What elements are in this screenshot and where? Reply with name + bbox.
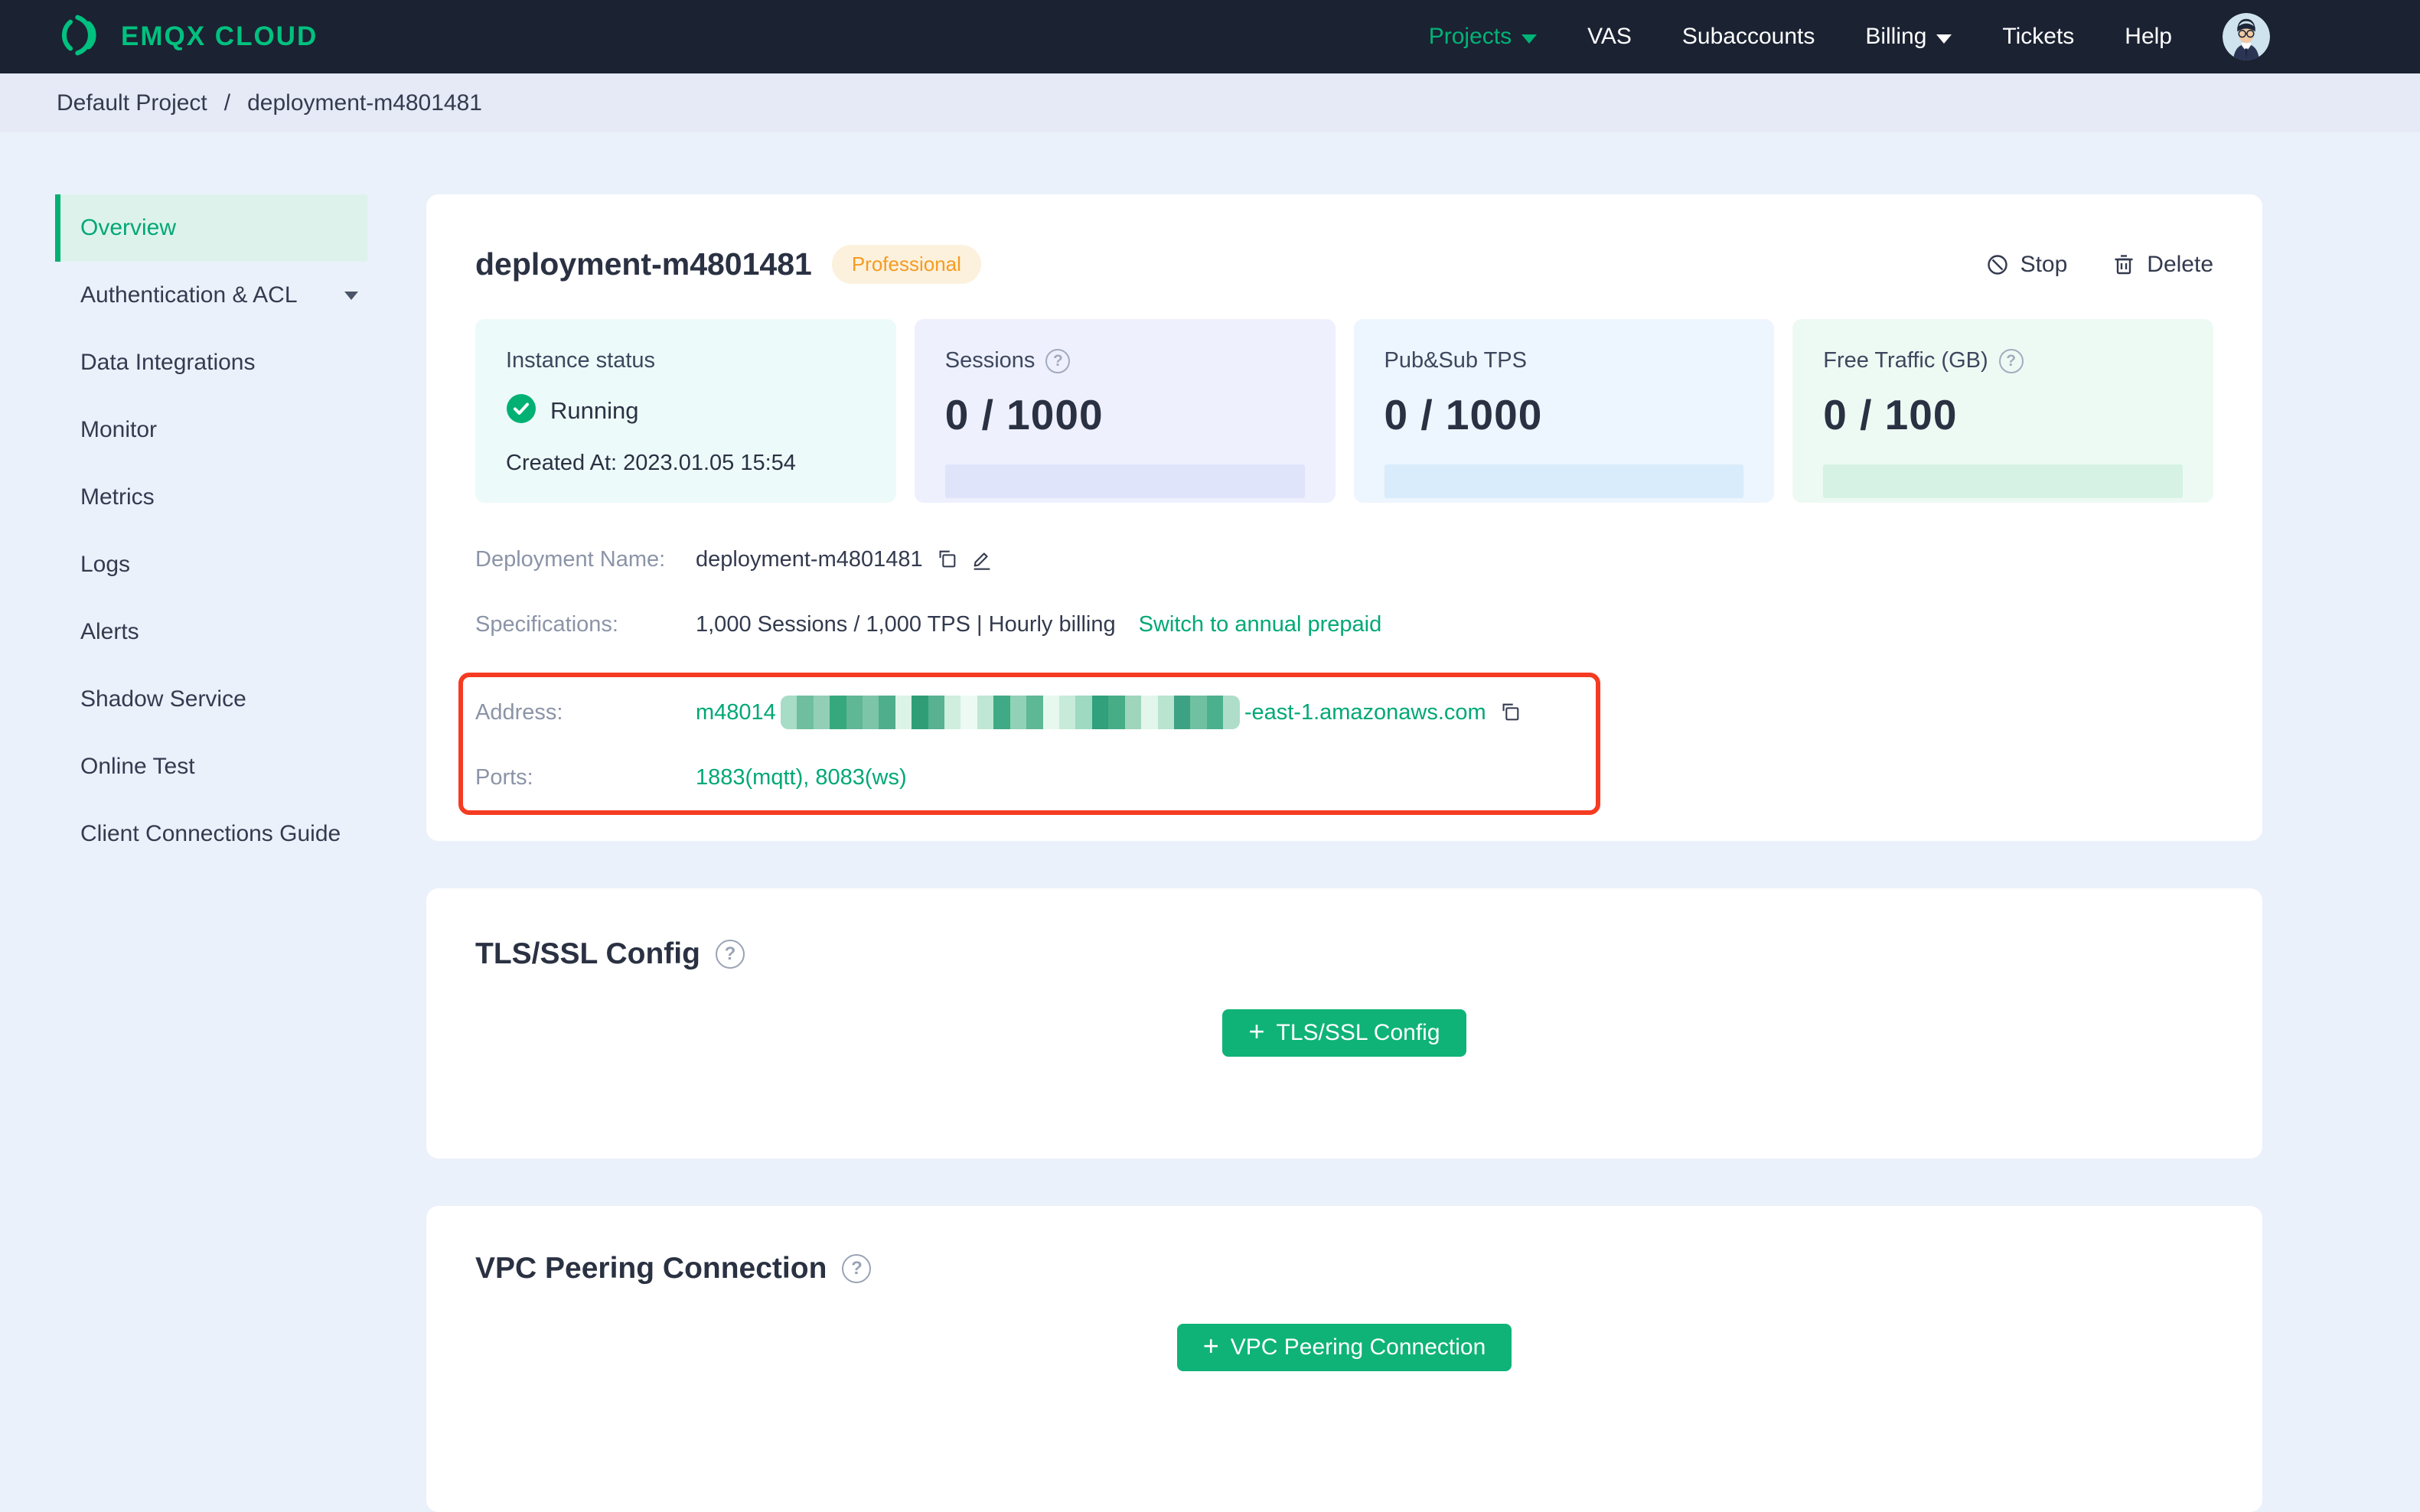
check-circle-icon	[506, 393, 537, 428]
copy-icon[interactable]	[935, 548, 958, 571]
address-row: Address: m48014 -east-1.amazonaws.com	[475, 696, 1596, 729]
pubsub-tps-card: Pub&Sub TPS 0 / 1000	[1353, 319, 1775, 503]
trash-icon	[2112, 253, 2136, 277]
top-nav: EMQX CLOUD Projects VAS Subaccounts Bill…	[0, 0, 2420, 73]
deployment-name-label: Deployment Name:	[475, 546, 666, 572]
address-suffix: -east-1.amazonaws.com	[1244, 699, 1486, 725]
free-traffic-card: Free Traffic (GB) ? 0 / 100	[1792, 319, 2213, 503]
ports-row: Ports: 1883(mqtt), 8083(ws)	[475, 761, 1596, 794]
breadcrumb-project[interactable]: Default Project	[57, 90, 207, 116]
vpc-peering-card: VPC Peering Connection ? + VPC Peering C…	[426, 1206, 2262, 1512]
sidebar-item-overview[interactable]: Overview	[55, 194, 367, 262]
help-icon[interactable]: ?	[1998, 348, 2024, 373]
emqx-logo-icon	[55, 11, 104, 64]
tps-label: Pub&Sub TPS	[1384, 348, 1527, 373]
chevron-down-icon	[1936, 34, 1952, 44]
breadcrumb-deployment[interactable]: deployment-m4801481	[247, 90, 482, 116]
instance-status-card: Instance status Running Created At: 2023…	[475, 319, 896, 503]
edit-icon[interactable]	[970, 548, 993, 571]
nav-item-help[interactable]: Help	[2125, 24, 2172, 50]
help-icon[interactable]: ?	[842, 1254, 872, 1283]
address-redaction	[780, 696, 1240, 729]
instance-status-label: Instance status	[506, 348, 656, 373]
sidebar-item-client-connections-guide[interactable]: Client Connections Guide	[55, 800, 367, 868]
delete-button[interactable]: Delete	[2112, 252, 2213, 278]
sidebar-item-monitor[interactable]: Monitor	[55, 396, 367, 464]
stop-button[interactable]: Stop	[1985, 252, 2067, 278]
breadcrumb: Default Project / deployment-m4801481	[0, 73, 2420, 132]
tps-value: 0 / 1000	[1384, 391, 1543, 438]
sidebar-item-alerts[interactable]: Alerts	[55, 598, 367, 666]
main-content: deployment-m4801481 Professional Stop De…	[426, 132, 2262, 1512]
help-icon[interactable]: ?	[715, 940, 745, 969]
tls-ssl-title: TLS/SSL Config	[475, 937, 700, 970]
nav-item-vas[interactable]: VAS	[1587, 24, 1632, 50]
nav-item-tickets[interactable]: Tickets	[2002, 24, 2074, 50]
deployment-name-row: Deployment Name: deployment-m4801481	[475, 543, 2213, 576]
created-at: Created At: 2023.01.05 15:54	[506, 451, 796, 475]
user-avatar[interactable]	[2223, 13, 2270, 60]
plus-icon: +	[1248, 1015, 1265, 1047]
deployment-overview-card: deployment-m4801481 Professional Stop De…	[426, 194, 2262, 841]
help-icon[interactable]: ?	[1045, 348, 1071, 373]
deployment-title: deployment-m4801481	[475, 246, 812, 282]
nav-item-billing[interactable]: Billing	[1865, 24, 1952, 50]
traffic-progress-bar	[1823, 464, 2183, 498]
tps-progress-bar	[1384, 464, 1744, 498]
sessions-card: Sessions ? 0 / 1000	[914, 319, 1336, 503]
status-row: Running	[506, 393, 866, 428]
specifications-row: Specifications: 1,000 Sessions / 1,000 T…	[475, 608, 2213, 641]
brand[interactable]: EMQX CLOUD	[55, 11, 318, 64]
sidebar: Overview Authentication & ACL Data Integ…	[0, 132, 426, 1408]
sessions-progress-bar	[944, 464, 1305, 498]
tls-ssl-card: TLS/SSL Config ? + TLS/SSL Config	[426, 888, 2262, 1158]
status-text: Running	[550, 396, 639, 424]
sidebar-item-logs[interactable]: Logs	[55, 531, 367, 598]
address-prefix: m48014	[696, 699, 776, 725]
traffic-label: Free Traffic (GB)	[1823, 348, 1988, 373]
specifications-value: 1,000 Sessions / 1,000 TPS | Hourly bill…	[696, 611, 1116, 637]
traffic-value: 0 / 100	[1823, 391, 1958, 438]
vpc-peering-title: VPC Peering Connection	[475, 1252, 827, 1285]
sidebar-item-authentication-acl[interactable]: Authentication & ACL	[55, 262, 367, 329]
chevron-down-icon	[1521, 34, 1538, 44]
sessions-label: Sessions	[944, 348, 1036, 373]
deployment-details: Deployment Name: deployment-m4801481 Spe…	[458, 543, 2213, 815]
annotation-highlight-box: Address: m48014 -east-1.amazonaws.com Po…	[458, 673, 1600, 815]
chevron-down-icon	[344, 291, 358, 300]
page-body: Overview Authentication & ACL Data Integ…	[0, 132, 2420, 1512]
switch-annual-prepaid-link[interactable]: Switch to annual prepaid	[1139, 612, 1382, 637]
sidebar-item-shadow-service[interactable]: Shadow Service	[55, 666, 367, 733]
sidebar-item-data-integrations[interactable]: Data Integrations	[55, 329, 367, 396]
specifications-label: Specifications:	[475, 611, 618, 637]
nav-item-projects[interactable]: Projects	[1429, 24, 1538, 50]
nav-menu: Projects VAS Subaccounts Billing Tickets…	[1429, 13, 2270, 60]
nav-item-subaccounts[interactable]: Subaccounts	[1682, 24, 1815, 50]
brand-name: EMQX CLOUD	[121, 21, 318, 51]
plan-badge: Professional	[831, 245, 981, 284]
ports-value: 1883(mqtt), 8083(ws)	[696, 764, 907, 790]
add-vpc-peering-button[interactable]: + VPC Peering Connection	[1176, 1324, 1512, 1371]
deployment-actions: Stop Delete	[1985, 252, 2213, 278]
breadcrumb-separator: /	[223, 90, 231, 116]
stats-row: Instance status Running Created At: 2023…	[475, 319, 2213, 503]
deployment-name-value: deployment-m4801481	[696, 546, 923, 572]
address-label: Address:	[475, 699, 563, 725]
copy-icon[interactable]	[1499, 701, 1521, 724]
ports-label: Ports:	[475, 764, 533, 790]
sidebar-item-metrics[interactable]: Metrics	[55, 464, 367, 531]
deployment-header: deployment-m4801481 Professional Stop De…	[475, 245, 2213, 284]
plus-icon: +	[1202, 1330, 1219, 1361]
stop-icon	[1985, 253, 2010, 277]
add-tls-ssl-config-button[interactable]: + TLS/SSL Config	[1222, 1009, 1466, 1057]
sidebar-item-online-test[interactable]: Online Test	[55, 733, 367, 800]
sessions-value: 0 / 1000	[944, 391, 1104, 438]
